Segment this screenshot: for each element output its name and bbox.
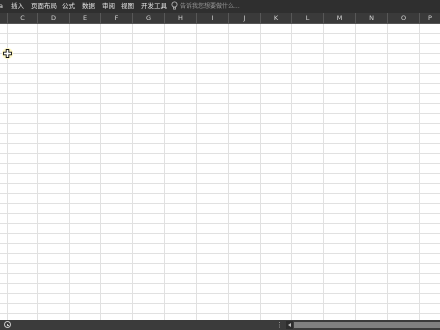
tell-me-search[interactable]: 告诉我您想要做什么...: [180, 0, 240, 13]
tab-home-partial[interactable]: a: [0, 0, 3, 13]
column-header-h[interactable]: H: [165, 13, 197, 23]
column-header-l[interactable]: L: [292, 13, 324, 23]
column-header-partial[interactable]: [0, 13, 8, 23]
tab-data[interactable]: 数据: [82, 0, 95, 13]
tab-insert[interactable]: 插入: [11, 0, 24, 13]
column-header-o[interactable]: O: [388, 13, 420, 23]
horizontal-scrollbar[interactable]: [294, 322, 440, 328]
column-header-f[interactable]: F: [101, 13, 133, 23]
column-header-m[interactable]: M: [324, 13, 356, 23]
column-header-d[interactable]: D: [38, 13, 70, 23]
column-header-row: C D E F G H I J K L M N O P: [0, 13, 440, 24]
tab-view[interactable]: 视图: [121, 0, 134, 13]
scroll-left-button[interactable]: [286, 321, 293, 329]
ribbon-tab-bar: a 插入 页面布局 公式 数据 审阅 视图 开发工具 告诉我您想要做什么...: [0, 0, 440, 13]
column-header-n[interactable]: N: [356, 13, 388, 23]
tab-review[interactable]: 审阅: [102, 0, 115, 13]
lightbulb-icon: [171, 1, 178, 10]
cursor-move-icon: [2, 48, 13, 59]
column-header-c[interactable]: C: [8, 13, 38, 23]
tab-formulas[interactable]: 公式: [62, 0, 75, 13]
sheet-tab-bar: ⋮: [0, 320, 440, 330]
column-header-i[interactable]: I: [197, 13, 229, 23]
tab-page-layout[interactable]: 页面布局: [31, 0, 57, 13]
tab-split-handle[interactable]: ⋮: [276, 321, 283, 329]
cell-grid[interactable]: [0, 24, 440, 320]
plus-circle-icon[interactable]: [4, 321, 11, 328]
column-header-p[interactable]: P: [420, 13, 440, 23]
column-header-e[interactable]: E: [70, 13, 101, 23]
column-header-k[interactable]: K: [261, 13, 292, 23]
column-header-j[interactable]: J: [229, 13, 261, 23]
tab-developer[interactable]: 开发工具: [141, 0, 167, 13]
column-header-g[interactable]: G: [133, 13, 165, 23]
